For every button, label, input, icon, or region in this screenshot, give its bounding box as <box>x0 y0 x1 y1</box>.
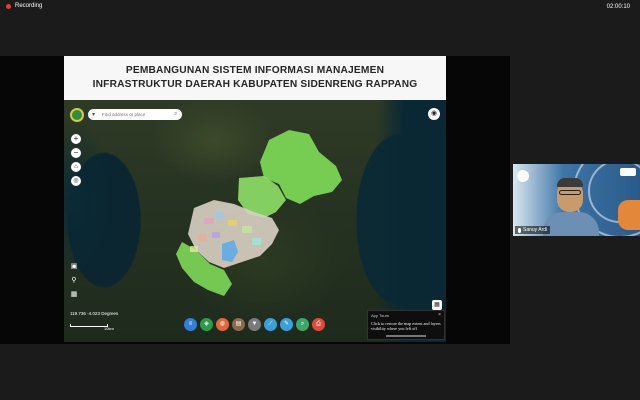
zoom-in-button[interactable]: + <box>71 134 81 144</box>
zoom-out-button[interactable]: − <box>71 148 81 158</box>
participant-nametag: Sanuy Ardi <box>515 226 551 234</box>
map-viewer[interactable]: ▾ ⌕ ◉ + − ⌂ ◎ ▣ ⚲ ▦ 119.736 -4.023 Degre… <box>64 100 446 342</box>
background-logo-left <box>517 170 529 182</box>
app-logo <box>70 108 84 122</box>
print-icon[interactable]: ⎙ <box>312 318 325 331</box>
grid-icon[interactable]: ▦ <box>69 290 79 300</box>
search-input[interactable] <box>98 112 172 117</box>
background-orange-shape <box>618 200 640 230</box>
presentation-slide: PEMBANGUNAN SISTEM INFORMASI MANAJEMEN I… <box>64 56 446 342</box>
popup-progress-bar <box>386 335 426 337</box>
map-toolbar: ≡ ◈ ◍ ▤ ▼ ⟋ ✎ ⌕ ⎙ <box>184 318 325 331</box>
locate-icon[interactable]: ◎ <box>71 176 81 186</box>
screenshot-icon[interactable]: ▣ <box>69 262 79 272</box>
search-tool-icon[interactable]: ⌕ <box>296 318 309 331</box>
filter-icon[interactable]: ▼ <box>248 318 261 331</box>
layers-icon[interactable]: ◈ <box>200 318 213 331</box>
search-bar[interactable]: ▾ ⌕ <box>88 109 182 120</box>
stack-icon[interactable]: ▤ <box>232 318 245 331</box>
microphone-icon <box>518 227 521 233</box>
recording-label: Recording <box>15 3 43 9</box>
recording-dot-icon <box>6 3 11 9</box>
banner-title-line2: INFRASTRUKTUR DAERAH KABUPATEN SIDENRENG… <box>92 79 418 90</box>
measure-icon[interactable]: ⟋ <box>264 318 277 331</box>
pin-icon[interactable]: ⚲ <box>69 276 79 286</box>
participant-shirt <box>543 212 599 236</box>
banner-title-line1: PEMBANGUNAN SISTEM INFORMASI MANAJEMEN <box>125 65 385 76</box>
participant-glasses <box>559 190 581 195</box>
coordinate-readout: 119.736 -4.023 Degrees <box>70 311 119 316</box>
top-status-bar: Recording 02:00:10 <box>0 0 640 16</box>
recording-timer: 02:00:10 <box>606 4 630 10</box>
scale-bar <box>70 324 108 327</box>
popup-body: Click to restore the map extent and laye… <box>371 321 441 331</box>
app-tour-popup: App Tours Click to restore the map exten… <box>367 310 445 340</box>
participant-name: Sanuy Ardi <box>523 227 548 233</box>
slide-banner: PEMBANGUNAN SISTEM INFORMASI MANAJEMEN I… <box>64 56 446 100</box>
search-icon[interactable]: ⌕ <box>174 111 177 118</box>
popup-close-button[interactable]: × <box>438 312 441 318</box>
background-logo-right <box>620 168 636 176</box>
basemap-icon[interactable]: ◍ <box>216 318 229 331</box>
participant-video[interactable]: Sanuy Ardi <box>513 164 640 236</box>
draw-icon[interactable]: ✎ <box>280 318 293 331</box>
scale-label: 10km <box>104 326 114 331</box>
recording-indicator: Recording <box>6 3 42 9</box>
participant-hair <box>557 178 583 187</box>
home-icon[interactable]: ⌂ <box>71 162 81 172</box>
calendar-icon[interactable]: ▦ <box>432 300 442 310</box>
popup-title: App Tours <box>371 313 389 318</box>
regency-boundary-layer[interactable] <box>64 100 446 342</box>
visibility-eye-icon[interactable]: ◉ <box>428 108 440 120</box>
list-icon[interactable]: ≡ <box>184 318 197 331</box>
